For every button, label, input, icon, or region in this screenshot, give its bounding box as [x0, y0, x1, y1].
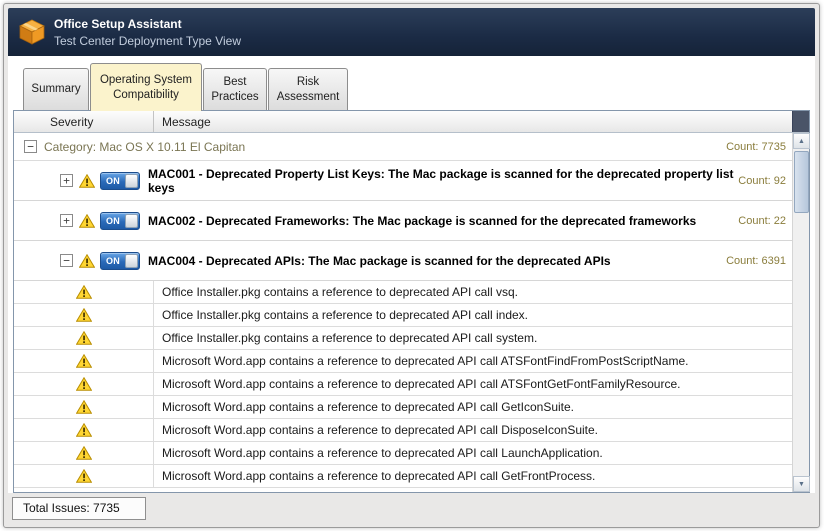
issue-text: Microsoft Word.app contains a reference …: [154, 446, 792, 460]
issue-severity-cell: [14, 419, 154, 441]
issue-row: Office Installer.pkg contains a referenc…: [14, 304, 792, 327]
issue-severity-cell: [14, 396, 154, 418]
issue-text: Microsoft Word.app contains a reference …: [154, 469, 792, 483]
warning-icon: [76, 446, 92, 460]
toggle-label: ON: [101, 216, 120, 226]
window-title: Office Setup Assistant: [54, 17, 241, 31]
issue-text: Office Installer.pkg contains a referenc…: [154, 285, 792, 299]
issue-row: Microsoft Word.app contains a reference …: [14, 350, 792, 373]
issue-text: Office Installer.pkg contains a referenc…: [154, 331, 792, 345]
expand-icon[interactable]: −: [60, 254, 73, 267]
issue-text: Microsoft Word.app contains a reference …: [154, 377, 792, 391]
tab-risk-assessment[interactable]: Risk Assessment: [268, 68, 348, 110]
warning-icon: [76, 423, 92, 437]
app-box-icon: [18, 19, 46, 45]
issue-severity-cell: [14, 465, 154, 487]
title-bar: Office Setup Assistant Test Center Deplo…: [8, 8, 815, 56]
rule-row: + ON MAC001 - Deprecated Property List K…: [14, 161, 792, 201]
toggle-label: ON: [101, 256, 120, 266]
issue-text: Microsoft Word.app contains a reference …: [154, 354, 792, 368]
app-window: Office Setup Assistant Test Center Deplo…: [3, 3, 820, 528]
column-header-message[interactable]: Message: [154, 111, 792, 132]
issue-row: Microsoft Word.app contains a reference …: [14, 419, 792, 442]
warning-icon: [76, 308, 92, 322]
rule-text: MAC002 - Deprecated Frameworks: The Mac …: [148, 214, 696, 228]
warning-icon: [76, 285, 92, 299]
toggle-label: ON: [101, 176, 120, 186]
category-row: − Category: Mac OS X 10.11 El Capitan Co…: [14, 133, 792, 161]
category-count: Count: 7735: [726, 141, 792, 153]
window-subtitle: Test Center Deployment Type View: [54, 34, 241, 48]
tab-strip: Summary Operating System Compatibility B…: [13, 56, 810, 110]
warning-icon: [76, 377, 92, 391]
issue-severity-cell: [14, 442, 154, 464]
warning-icon: [76, 331, 92, 345]
rule-row: − ON MAC004 - Deprecated APIs: The Mac p…: [14, 241, 792, 281]
results-grid: Severity Message − Category: Mac OS X 10…: [13, 110, 810, 493]
toggle-knob: [125, 174, 138, 188]
issue-severity-cell: [14, 281, 154, 303]
warning-icon: [79, 174, 95, 188]
header-corner-filler: [792, 111, 809, 132]
scrollbar-thumb[interactable]: [794, 151, 809, 213]
warning-icon: [79, 214, 95, 228]
window-body: Summary Operating System Compatibility B…: [8, 56, 815, 493]
column-header-row: Severity Message: [14, 111, 809, 133]
total-issues-box: Total Issues: 7735: [12, 497, 146, 520]
rule-text: MAC001 - Deprecated Property List Keys: …: [148, 167, 738, 195]
expand-icon[interactable]: +: [60, 174, 73, 187]
issue-text: Microsoft Word.app contains a reference …: [154, 423, 792, 437]
rule-count: Count: 92: [738, 175, 792, 187]
issue-severity-cell: [14, 304, 154, 326]
issue-row: Microsoft Word.app contains a reference …: [14, 396, 792, 419]
rule-count: Count: 6391: [726, 255, 792, 267]
toggle-knob: [125, 214, 138, 228]
issue-severity-cell: [14, 350, 154, 372]
rule-on-toggle[interactable]: ON: [100, 212, 140, 230]
scroll-down-button[interactable]: ▼: [793, 476, 810, 492]
tab-best-practices[interactable]: Best Practices: [203, 68, 267, 110]
rule-on-toggle[interactable]: ON: [100, 172, 140, 190]
issue-severity-cell: [14, 327, 154, 349]
rule-count: Count: 22: [738, 215, 792, 227]
issue-row: Microsoft Word.app contains a reference …: [14, 442, 792, 465]
issue-row: Microsoft Word.app contains a reference …: [14, 373, 792, 396]
issue-text: Office Installer.pkg contains a referenc…: [154, 308, 792, 322]
toggle-knob: [125, 254, 138, 268]
vertical-scrollbar[interactable]: ▲ ▼: [792, 133, 809, 492]
rule-on-toggle[interactable]: ON: [100, 252, 140, 270]
issue-severity-cell: [14, 373, 154, 395]
grid-rows: − Category: Mac OS X 10.11 El Capitan Co…: [14, 133, 809, 492]
rule-text: MAC004 - Deprecated APIs: The Mac packag…: [148, 254, 611, 268]
issue-row: Office Installer.pkg contains a referenc…: [14, 281, 792, 304]
issue-row: Microsoft Word.app contains a reference …: [14, 465, 792, 488]
column-header-severity[interactable]: Severity: [14, 111, 154, 132]
category-expand-icon[interactable]: −: [24, 140, 37, 153]
issue-text: Microsoft Word.app contains a reference …: [154, 400, 792, 414]
warning-icon: [79, 254, 95, 268]
issue-row: Office Installer.pkg contains a referenc…: [14, 327, 792, 350]
warning-icon: [76, 400, 92, 414]
warning-icon: [76, 469, 92, 483]
tab-operating-system-compatibility[interactable]: Operating System Compatibility: [90, 63, 202, 111]
expand-icon[interactable]: +: [60, 214, 73, 227]
scroll-up-button[interactable]: ▲: [793, 133, 810, 149]
warning-icon: [76, 354, 92, 368]
status-bar: Total Issues: 7735: [8, 493, 815, 523]
category-label: Category: Mac OS X 10.11 El Capitan: [44, 140, 245, 154]
tab-summary[interactable]: Summary: [23, 68, 89, 110]
rule-row: + ON MAC002 - Deprecated Frameworks: The…: [14, 201, 792, 241]
